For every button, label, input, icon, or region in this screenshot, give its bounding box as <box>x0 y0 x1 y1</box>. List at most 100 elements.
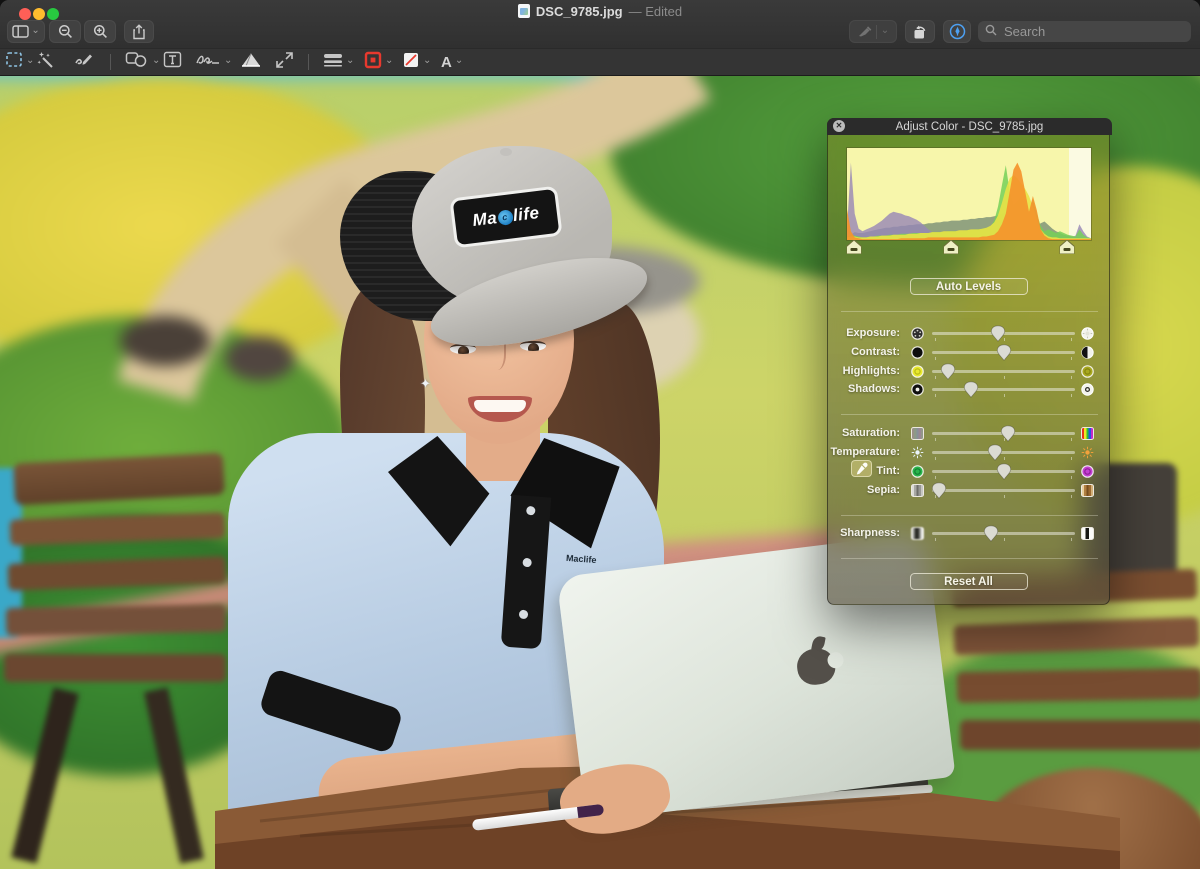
black-level-slider[interactable] <box>847 240 862 259</box>
window-titlebar: DSC_9785.jpg — Edited ⌄ ⌄ <box>0 0 1200 48</box>
reset-all-button[interactable]: Reset All <box>910 573 1028 590</box>
panel-title: Adjust Color - DSC_9785.jpg <box>896 121 1044 133</box>
fill-color-button[interactable]: ⌄ <box>402 49 431 75</box>
panel-close-button[interactable]: ✕ <box>833 120 845 132</box>
sepia-label: Sepia: <box>828 481 900 500</box>
cap-logo-text: Ma <box>471 208 498 231</box>
saturation-label: Saturation: <box>828 424 900 443</box>
photo-canvas: Maclife ✦ Maclife <box>0 76 1200 869</box>
highlights-min-icon <box>911 365 924 378</box>
rotate-left-button[interactable] <box>905 20 935 43</box>
histogram-chart <box>847 148 1091 240</box>
markup-toolbar: ⌄ ⌄ ⌄ ⌄ ⌄ <box>0 48 1200 76</box>
zoom-out-button[interactable] <box>49 20 81 43</box>
preview-window: DSC_9785.jpg — Edited ⌄ ⌄ <box>0 0 1200 869</box>
panel-separator <box>841 515 1098 516</box>
shadows-slider-thumb[interactable] <box>963 381 978 403</box>
saturation-min-icon <box>911 427 924 440</box>
exposure-min-icon <box>911 327 924 340</box>
sign-tool-button[interactable]: ⌄ <box>195 49 232 75</box>
temperature-slider[interactable] <box>932 443 1075 462</box>
tint-slider[interactable] <box>932 462 1075 481</box>
temperature-max-icon <box>1081 446 1094 459</box>
text-box-icon <box>163 51 182 73</box>
panel-separator <box>841 311 1098 312</box>
slider-row-sepia: Sepia: <box>828 481 1111 500</box>
zoom-out-icon <box>58 24 73 39</box>
white-level-slider[interactable] <box>1059 240 1074 259</box>
sharpness-slider-thumb[interactable] <box>983 525 998 547</box>
markup-pen-icon <box>949 23 966 40</box>
sepia-slider-thumb[interactable] <box>932 482 947 504</box>
toolbar-separator <box>308 54 309 70</box>
chevron-down-icon: ⌄ <box>224 56 232 66</box>
prism-icon <box>240 51 262 74</box>
chevron-down-icon: ⌄ <box>31 26 39 36</box>
border-color-button[interactable]: ⌄ <box>364 49 393 75</box>
sepia-slider[interactable] <box>932 481 1075 500</box>
text-style-button[interactable]: A ⌄ <box>441 49 463 75</box>
shape-style-button[interactable]: ⌄ <box>323 49 354 75</box>
selection-rect-icon <box>5 51 23 73</box>
shirt-button <box>526 506 536 516</box>
selection-tool-button[interactable]: ⌄ <box>5 49 34 75</box>
window-title-filename: DSC_9785.jpg <box>536 4 623 19</box>
zoom-in-button[interactable] <box>84 20 116 43</box>
shadows-slider[interactable] <box>932 380 1075 399</box>
tint-min-icon <box>911 465 924 478</box>
highlight-split-button[interactable]: ⌄ <box>849 20 897 43</box>
share-icon <box>132 24 146 40</box>
rotate-icon <box>912 24 928 40</box>
border-color-icon <box>364 51 382 74</box>
adjust-color-tool-button[interactable] <box>240 49 262 75</box>
sidebar-icon <box>12 25 29 38</box>
sharpness-slider[interactable] <box>932 524 1075 543</box>
chevron-down-icon: ⌄ <box>26 56 34 66</box>
sketch-tool-button[interactable] <box>74 49 94 75</box>
shapes-icon <box>125 51 149 73</box>
slider-row-shadows: Shadows: <box>828 380 1111 399</box>
exposure-slider[interactable] <box>932 324 1075 343</box>
button-divider <box>876 25 877 39</box>
text-style-icon: A <box>441 54 452 71</box>
shirt-button <box>522 558 532 568</box>
share-button[interactable] <box>124 20 154 43</box>
shirt-logo-text: Maclife <box>566 553 597 565</box>
shapes-tool-button[interactable]: ⌄ <box>125 49 160 75</box>
shadows-label: Shadows: <box>828 380 900 399</box>
chevron-down-icon: ⌄ <box>881 26 889 36</box>
markup-toolbar-toggle-button[interactable] <box>943 20 971 43</box>
slider-row-sharpness: Sharpness: <box>828 524 1111 543</box>
contrast-slider[interactable] <box>932 343 1075 362</box>
text-tool-button[interactable] <box>163 49 182 75</box>
line-weight-icon <box>323 52 343 73</box>
chevron-down-icon: ⌄ <box>385 56 393 66</box>
sharpness-min-icon <box>911 527 924 540</box>
auto-levels-button[interactable]: Auto Levels <box>910 278 1028 295</box>
adjust-size-tool-button[interactable] <box>275 49 294 75</box>
tint-label: Tint: <box>828 462 900 481</box>
cap-logo-text: life <box>512 203 541 226</box>
search-field[interactable] <box>978 21 1191 42</box>
tint-max-icon <box>1081 465 1094 478</box>
window-title-edited: — Edited <box>629 4 682 19</box>
cap-logo-lens: c <box>497 209 514 226</box>
temperature-min-icon <box>911 446 924 459</box>
search-icon <box>985 23 997 41</box>
instant-alpha-tool-button[interactable] <box>37 49 56 75</box>
sepia-min-icon <box>911 484 924 497</box>
search-input[interactable] <box>1002 23 1184 40</box>
panel-titlebar[interactable]: ✕ Adjust Color - DSC_9785.jpg <box>827 118 1112 135</box>
shadows-min-icon <box>911 383 924 396</box>
mid-level-slider[interactable] <box>943 240 958 259</box>
sidebar-view-button[interactable]: ⌄ <box>7 20 45 43</box>
highlights-slider[interactable] <box>932 362 1075 381</box>
contrast-min-icon <box>911 346 924 359</box>
zoom-in-icon <box>93 24 108 39</box>
cap-top-button <box>500 148 512 156</box>
chevron-down-icon: ⌄ <box>346 56 354 66</box>
shadows-max-icon <box>1081 383 1094 396</box>
saturation-slider[interactable] <box>932 424 1075 443</box>
toolbar-separator <box>110 54 111 70</box>
shirt-button <box>519 610 529 620</box>
